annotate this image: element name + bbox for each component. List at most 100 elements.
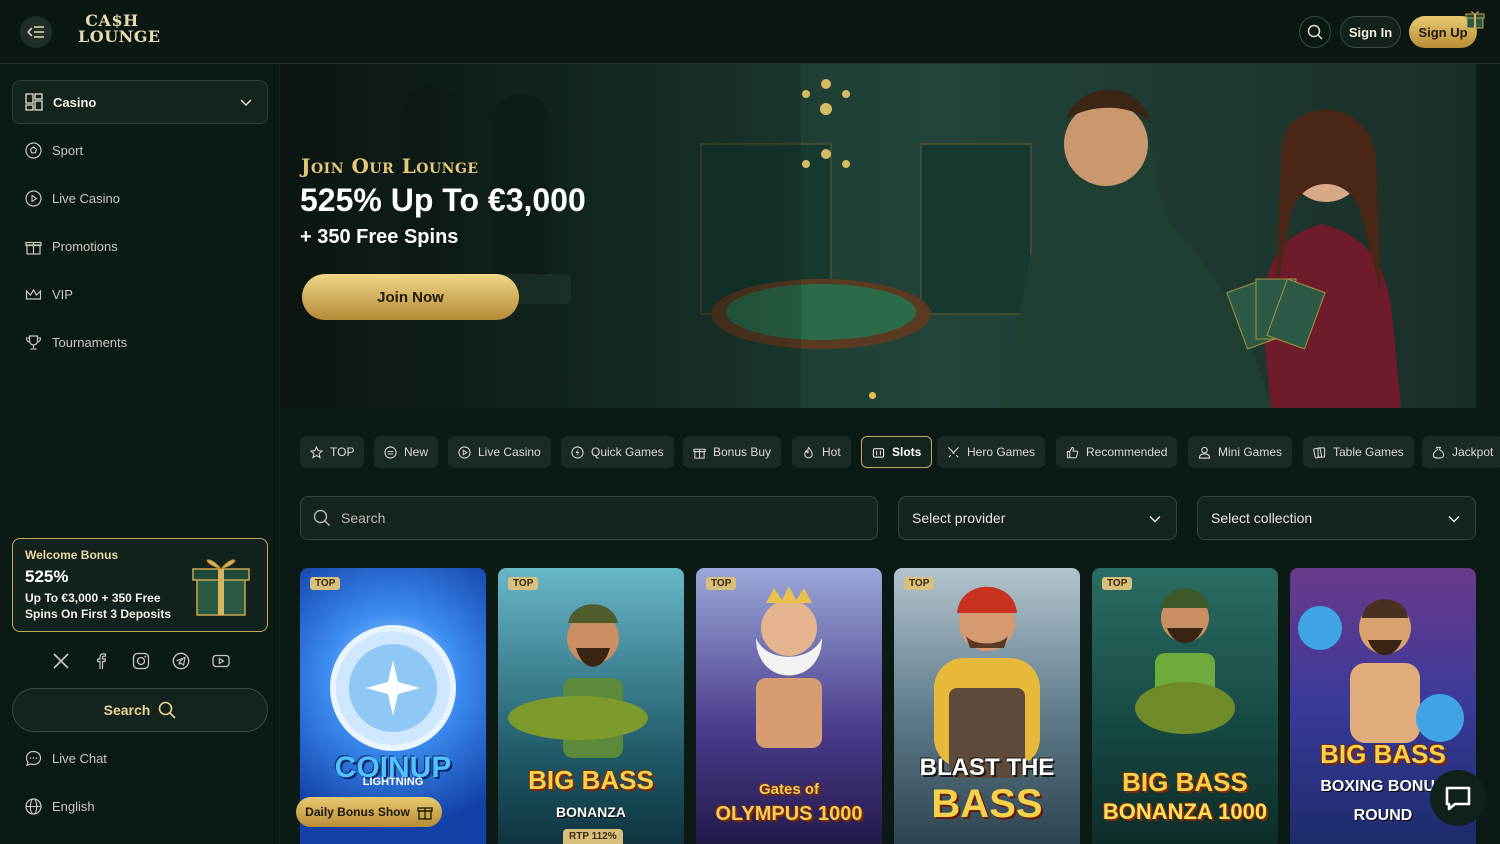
game-title: Gates of OLYMPUS 1000 <box>715 781 863 825</box>
daily-bonus-label: Daily Bonus Show <box>305 805 410 819</box>
casino-selector[interactable]: Casino <box>12 80 268 124</box>
casino-selector-label: Casino <box>53 94 97 110</box>
collection-select[interactable]: Select collection <box>1197 496 1476 540</box>
game-title: BIG BASS BONANZA <box>528 765 654 820</box>
youtube-icon[interactable] <box>212 652 230 670</box>
search-icon <box>1307 24 1323 40</box>
collapse-menu-button[interactable] <box>20 16 52 48</box>
thumbs-up-icon <box>1066 446 1079 458</box>
social-links <box>52 652 232 672</box>
tab-bonus-buy[interactable]: Bonus Buy <box>683 436 782 468</box>
badge-top: TOP <box>1102 577 1133 590</box>
sidebar-item-label: English <box>52 798 95 814</box>
carousel-dot-active[interactable] <box>869 392 876 399</box>
tab-hot[interactable]: Hot <box>792 436 851 468</box>
search-placeholder: Search <box>341 510 386 526</box>
tab-new[interactable]: New <box>374 436 439 468</box>
header-search-button[interactable] <box>1299 16 1331 48</box>
tab-label: Table Games <box>1333 445 1404 459</box>
banner-subline: + 350 Free Spins <box>300 226 459 248</box>
provider-select[interactable]: Select provider <box>898 496 1177 540</box>
soccer-ball-icon <box>24 141 42 159</box>
badge-top: TOP <box>706 577 737 590</box>
tab-label: Quick Games <box>591 445 664 459</box>
gift-icon <box>1465 11 1485 29</box>
tab-label: Jackpot <box>1452 445 1494 459</box>
tab-label: Hot <box>822 445 841 459</box>
play-circle-icon <box>458 445 471 459</box>
menu-collapse-icon <box>27 26 44 38</box>
tab-recommended[interactable]: Recommended <box>1056 436 1178 468</box>
tab-slots[interactable]: Slots <box>861 436 933 468</box>
tab-label: Hero Games <box>967 445 1036 459</box>
sidebar-item-label: Promotions <box>52 238 118 254</box>
sword-icon <box>947 446 960 458</box>
tab-label: TOP <box>330 445 355 459</box>
provider-select-label: Select provider <box>912 510 1006 526</box>
new-icon <box>384 445 397 459</box>
chat-bubble-icon <box>1445 786 1471 811</box>
gift-icon <box>24 241 42 255</box>
tab-live-casino[interactable]: Live Casino <box>448 436 551 468</box>
x-icon[interactable] <box>52 652 70 670</box>
hero-banner[interactable]: Join Our Lounge 525% Up To €3,000 + 350 … <box>281 64 1476 408</box>
game-tile-gates-of-olympus[interactable]: TOP Gates of OLYMPUS 1000 <box>696 568 882 844</box>
tab-top[interactable]: TOP <box>300 436 365 468</box>
live-chat-widget-button[interactable] <box>1430 770 1486 826</box>
game-tile-blast-the-bass[interactable]: TOP BLAST THE BASS <box>894 568 1080 844</box>
banner-kicker: Join Our Lounge <box>301 154 479 178</box>
sidebar-item-live-chat[interactable]: Live Chat <box>24 746 107 770</box>
star-icon <box>310 445 323 459</box>
sidebar-item-promotions[interactable]: Promotions <box>24 234 118 258</box>
game-title: BLAST THE BASS <box>919 754 1055 826</box>
top-header: CA$H LOUNGE Sign In Sign Up <box>0 0 1500 64</box>
person-icon <box>1198 446 1211 459</box>
tab-hero-games[interactable]: Hero Games <box>937 436 1046 468</box>
sidebar-search-button[interactable]: Search <box>12 688 268 732</box>
chevron-down-icon <box>1149 515 1161 523</box>
sidebar-item-label: Live Casino <box>52 190 120 206</box>
logo[interactable]: CA$H LOUNGE <box>78 13 160 45</box>
game-search-input[interactable]: Search <box>300 496 878 540</box>
game-title: BIG BASS BONANZA 1000 <box>1102 767 1268 824</box>
gift-box-icon <box>192 559 250 616</box>
money-bag-icon <box>1432 446 1445 459</box>
globe-icon <box>24 797 42 815</box>
sidebar-item-vip[interactable]: VIP <box>24 282 73 306</box>
sidebar-item-sport[interactable]: Sport <box>24 138 83 162</box>
tab-mini-games[interactable]: Mini Games <box>1188 436 1293 468</box>
lightning-icon <box>571 445 584 459</box>
crown-icon <box>25 288 41 300</box>
sidebar-item-label: Live Chat <box>52 750 107 766</box>
search-icon <box>159 701 176 719</box>
sidebar-item-tournaments[interactable]: Tournaments <box>24 330 127 354</box>
daily-bonus-show-button[interactable]: Daily Bonus Show <box>296 797 442 827</box>
instagram-icon[interactable] <box>132 652 150 670</box>
badge-top: TOP <box>904 577 935 590</box>
telegram-icon[interactable] <box>172 652 190 670</box>
flame-icon <box>804 445 813 458</box>
sidebar-item-live-casino[interactable]: Live Casino <box>24 186 120 210</box>
tab-label: Live Casino <box>478 445 541 459</box>
chevron-down-icon <box>240 99 252 107</box>
game-tile-big-bass-bonanza[interactable]: TOP BIG BASS BONANZA RTP 112% <box>498 568 684 844</box>
tab-label: Recommended <box>1086 445 1168 459</box>
gift-icon <box>417 807 433 820</box>
tab-label: Bonus Buy <box>713 445 772 459</box>
tab-quick-games[interactable]: Quick Games <box>561 436 674 468</box>
bonus-details: Up To €3,000 + 350 Free Spins On First 3… <box>25 591 172 621</box>
tab-table-games[interactable]: Table Games <box>1303 436 1414 468</box>
badge-top: TOP <box>508 577 539 590</box>
rtp-badge: RTP 112% <box>563 829 623 844</box>
game-tile-big-bass-bonanza-1000[interactable]: TOP BIG BASS BONANZA 1000 <box>1092 568 1278 844</box>
slot-machine-icon <box>872 447 885 458</box>
join-now-button[interactable]: Join Now <box>302 274 519 320</box>
sidebar-item-language[interactable]: English <box>24 794 95 818</box>
facebook-icon[interactable] <box>92 652 110 670</box>
tab-label: Slots <box>892 445 922 459</box>
collection-select-label: Select collection <box>1211 510 1313 526</box>
sign-in-button[interactable]: Sign In <box>1340 16 1401 48</box>
tab-jackpot[interactable]: Jackpot <box>1422 436 1500 468</box>
category-tabs: TOP New Live Casino Quick Games Bonus Bu… <box>300 436 1500 468</box>
welcome-bonus-card[interactable]: Welcome Bonus 525% Up To €3,000 + 350 Fr… <box>12 538 268 632</box>
